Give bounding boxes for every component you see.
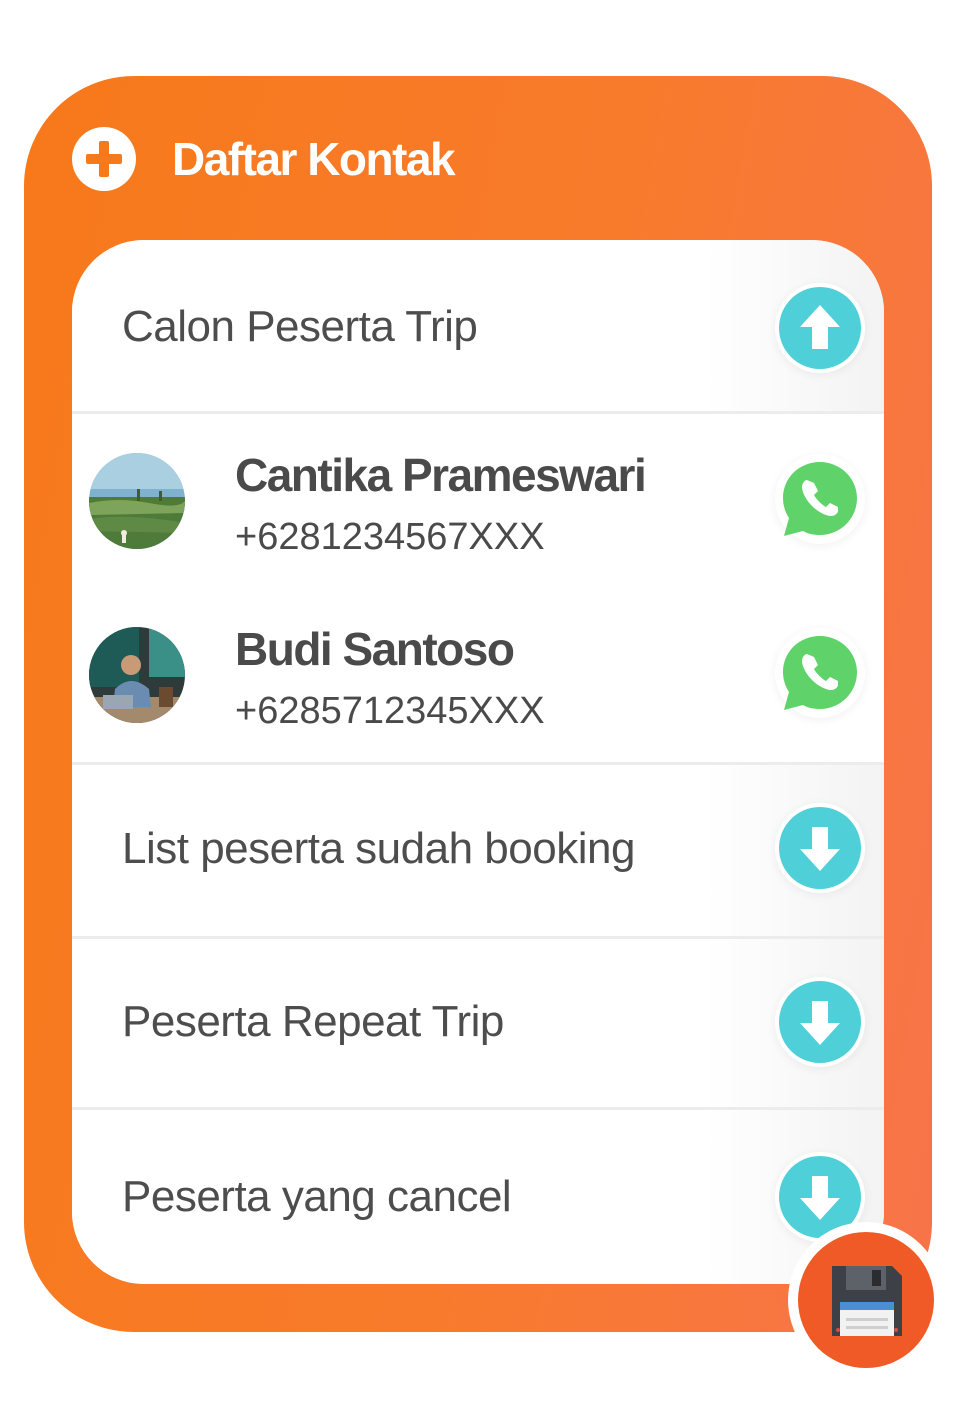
- section-label: Calon Peserta Trip: [122, 302, 478, 351]
- section-calon-peserta[interactable]: Calon Peserta Trip: [72, 240, 884, 412]
- panel-header: Daftar Kontak: [72, 127, 456, 191]
- contact-name: Cantika Prameswari: [235, 449, 647, 501]
- whatsapp-button[interactable]: [775, 628, 865, 718]
- avatar: [89, 453, 185, 549]
- section-label: List peserta sudah booking: [122, 824, 635, 873]
- arrow-down-icon: [779, 807, 861, 889]
- expand-button[interactable]: [775, 977, 865, 1067]
- save-button-ring: [788, 1222, 944, 1378]
- section-cancel[interactable]: Peserta yang cancel: [72, 1110, 884, 1284]
- whatsapp-icon: [783, 636, 857, 710]
- contact-list-card: Calon Peserta Trip Cantika Prameswari +6…: [72, 240, 884, 1284]
- whatsapp-button[interactable]: [775, 454, 865, 544]
- contact-phone: +6281234567XXX: [235, 516, 545, 558]
- contact-phone: +6285712345XXX: [235, 690, 545, 732]
- arrow-up-icon: [779, 287, 861, 369]
- collapse-button[interactable]: [775, 283, 865, 373]
- contact-row[interactable]: Budi Santoso +6285712345XXX: [72, 588, 884, 762]
- plus-circle-icon[interactable]: [72, 127, 136, 191]
- contact-row[interactable]: Cantika Prameswari +6281234567XXX: [72, 414, 884, 588]
- floppy-disk-icon: [832, 1266, 902, 1336]
- whatsapp-icon: [783, 462, 857, 536]
- contact-name: Budi Santoso: [235, 623, 515, 675]
- page-title: Daftar Kontak: [172, 133, 456, 185]
- arrow-down-icon: [779, 981, 861, 1063]
- expand-button[interactable]: [775, 803, 865, 893]
- section-booking[interactable]: List peserta sudah booking: [72, 765, 884, 936]
- section-label: Peserta Repeat Trip: [122, 997, 504, 1046]
- avatar: [89, 627, 185, 723]
- section-label: Peserta yang cancel: [122, 1172, 512, 1221]
- section-repeat[interactable]: Peserta Repeat Trip: [72, 939, 884, 1107]
- save-button[interactable]: [798, 1232, 934, 1368]
